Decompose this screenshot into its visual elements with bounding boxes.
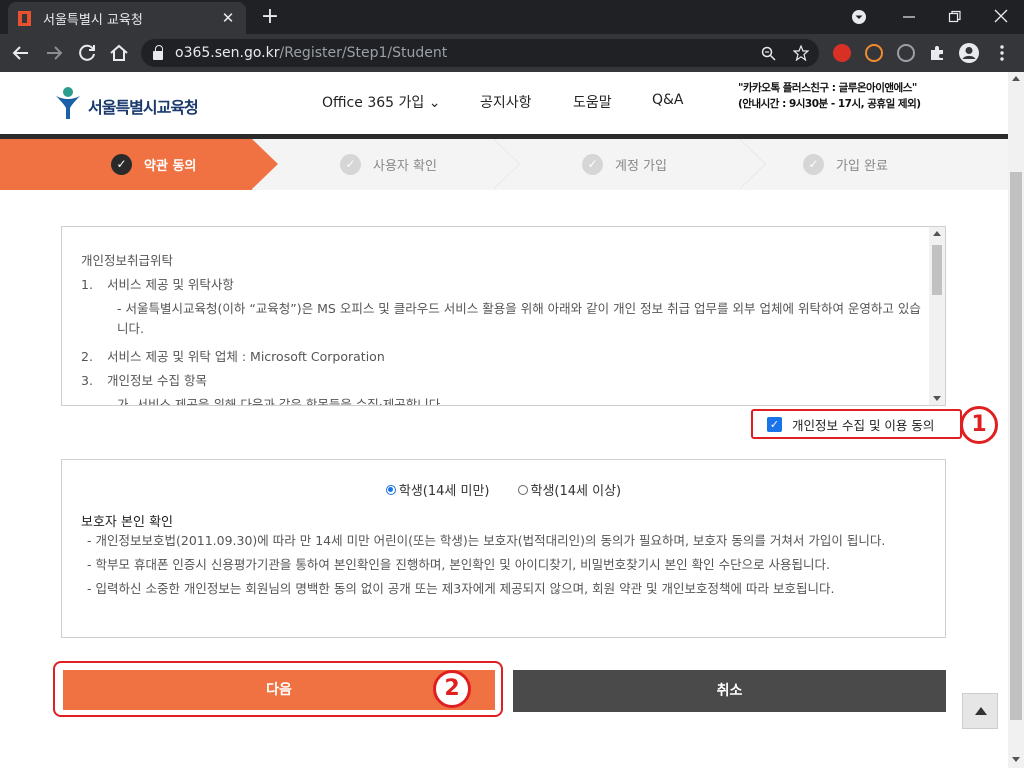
bookmark-star-icon[interactable] [793,45,809,61]
step-label: 계정 가입 [615,159,667,174]
extension-orange-icon[interactable] [865,44,883,62]
url-path: /Register/Step1/Student [279,45,448,61]
back-arrow-icon[interactable] [8,40,34,66]
next-button-highlight: 다음 2 [53,661,503,717]
annotation-badge-1: 1 [960,406,998,444]
agree-privacy-label[interactable]: 개인정보 수집 및 이용 동의 [792,415,934,434]
step-terms: ✓ 약관 동의 [111,154,196,175]
guardian-notes: - 개인정보보호법(2011.09.30)에 따라 만 14세 미만 어린이(또… [87,529,937,601]
forward-arrow-icon[interactable] [41,40,67,66]
next-button[interactable]: 다음 [63,670,495,710]
url-host: o365.sen.go.kr [175,45,280,61]
terms-item: 3. 개인정보 수집 항목 [81,369,921,393]
item-text: 서비스 제공 및 위탁사항 [107,277,234,292]
home-icon[interactable] [106,40,132,66]
check-circle-icon: ✓ [340,154,361,175]
scroll-down-icon[interactable] [1012,757,1020,762]
step-user-verify: ✓ 사용자 확인 [340,154,437,175]
check-circle-icon: ✓ [111,154,132,175]
step-complete: ✓ 가입 완료 [803,154,888,175]
office-favicon-icon [18,10,31,26]
signup-steps: ✓ 약관 동의 ✓ 사용자 확인 ✓ 계정 가입 ✓ 가입 완료 [0,138,1008,190]
cancel-button[interactable]: 취소 [513,670,946,712]
step-account-signup: ✓ 계정 가입 [582,154,667,175]
step-divider [739,138,766,189]
restore-icon[interactable] [948,10,962,24]
guardian-title: 보호자 본인 확인 [81,515,173,530]
agree-privacy-checkbox[interactable]: ✓ [767,416,782,432]
radio-selected-icon[interactable] [385,484,396,495]
scroll-up-icon[interactable] [933,231,941,236]
lock-icon[interactable] [153,44,163,60]
tab-title: 서울특별시 교육청 [43,12,143,28]
guardian-note: - 학부모 휴대폰 인증시 신용평가기관을 통하여 본인확인을 진행하며, 본인… [87,557,831,572]
agree-privacy-checkbox-wrap[interactable]: ✓ 개인정보 수집 및 이용 동의 [751,409,962,439]
item-text: 서비스 제공 및 위탁 업체 : Microsoft Corporation [107,349,385,364]
site-header: 서울특별시교육청 Office 365 가입 ⌄ 공지사항 도움말 Q&A "카… [0,72,1008,134]
page-scrollbar-thumb[interactable] [1010,172,1022,720]
radio-label: 학생(14세 이상) [530,484,622,499]
terms-scrollbox[interactable]: 개인정보취급위탁 1. 서비스 제공 및 위탁사항 - 서울특별시교육청(이하 “… [61,226,946,406]
extension-stop-icon[interactable] [833,44,851,62]
step-label: 사용자 확인 [373,159,437,174]
browser-tabbar: 서울특별시 교육청 ✕ + [0,0,1024,34]
radio-unselected-icon[interactable] [517,484,528,495]
terms-item-detail: - 서울특별시교육청(이하 “교육청”)은 MS 오피스 및 클라우드 서비스 … [117,301,921,336]
terms-item-detail: 가. 서비스 제공을 위해 다음과 같은 항목들을 수집·제공합니다. [117,397,445,406]
extensions-puzzle-icon[interactable] [928,44,946,62]
nav-label: Office 365 가입 [322,95,425,111]
extension-gray-icon[interactable] [897,44,915,62]
age-radio-group: 학생(14세 미만) 학생(14세 이상) [62,480,945,499]
new-tab-icon[interactable]: + [258,4,282,29]
annotation-badge-2: 2 [433,670,471,708]
kebab-menu-icon[interactable] [994,44,1010,62]
scroll-down-icon[interactable] [933,396,941,401]
terms-item: 2. 서비스 제공 및 위탁 업체 : Microsoft Corporation [81,345,921,369]
step-label: 약관 동의 [144,159,197,174]
nav-qna[interactable]: Q&A [652,92,684,108]
step-label: 가입 완료 [836,159,888,174]
check-circle-icon: ✓ [582,154,603,175]
browser-toolbar: o365.sen.go.kr/Register/Step1/Student [0,34,1024,72]
page-scrollbar[interactable] [1008,72,1024,768]
kakao-line1: "카카오톡 플러스친구 : 글루온아이앤에스" [738,82,917,94]
radio-under14[interactable]: 학생(14세 미만) [385,480,490,499]
chevron-down-icon: ⌄ [428,95,441,111]
nav-office365-signup[interactable]: Office 365 가입 ⌄ [322,92,440,112]
kakao-info: "카카오톡 플러스친구 : 글루온아이앤에스" (안내시간 : 9시30분 - … [738,80,921,112]
zoom-icon[interactable] [761,46,776,61]
terms-content: 개인정보취급위탁 1. 서비스 제공 및 위탁사항 - 서울특별시교육청(이하 “… [81,249,921,406]
terms-item: 1. 서비스 제공 및 위탁사항 [81,273,921,297]
guardian-note: - 개인정보보호법(2011.09.30)에 따라 만 14세 미만 어린이(또… [87,533,886,548]
guardian-verify-box: 학생(14세 미만) 학생(14세 이상) 보호자 본인 확인 - 개인정보보호… [61,459,946,638]
scroll-to-top-button[interactable] [962,693,998,729]
item-text: 개인정보 수집 항목 [107,373,207,388]
nav-notice[interactable]: 공지사항 [480,92,532,112]
browser-tab[interactable]: 서울특별시 교육청 ✕ [8,2,246,34]
kakao-line2: (안내시간 : 9시30분 - 17시, 공휴일 제외) [738,98,921,110]
reload-icon[interactable] [74,40,100,66]
nav-help[interactable]: 도움말 [573,92,612,112]
minimize-icon[interactable] [902,12,916,22]
guardian-note: - 입력하신 소중한 개인정보는 회원님의 명백한 동의 없이 공개 또는 제3… [87,581,835,596]
window-close-icon[interactable] [994,9,1008,23]
item-number: 2. [81,349,93,364]
check-circle-icon: ✓ [803,154,824,175]
profile-avatar-icon[interactable] [958,42,980,64]
terms-scrollbar[interactable] [929,227,945,405]
logo-text[interactable]: 서울특별시교육청 [88,94,199,118]
item-number: 3. [81,373,93,388]
step-divider [493,138,520,189]
profile-menu-icon[interactable] [850,8,868,26]
terms-scrollbar-thumb[interactable] [932,245,942,295]
address-bar[interactable]: o365.sen.go.kr/Register/Step1/Student [141,39,819,67]
radio-label: 학생(14세 미만) [398,484,490,499]
item-number: 1. [81,277,93,292]
tab-close-icon[interactable]: ✕ [220,9,236,27]
scroll-up-icon[interactable] [1012,76,1020,81]
radio-over14[interactable]: 학생(14세 이상) [517,480,622,499]
sen-logo-icon[interactable] [54,86,82,120]
terms-heading: 개인정보취급위탁 [81,253,174,268]
